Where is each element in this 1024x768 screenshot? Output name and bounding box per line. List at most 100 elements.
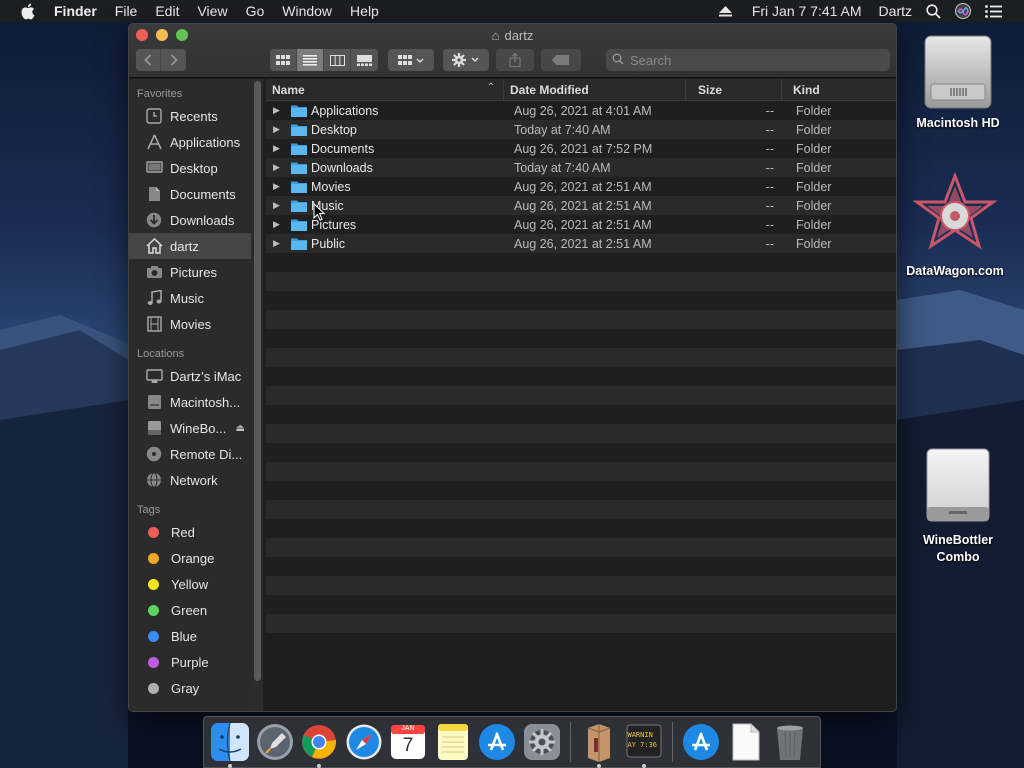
share-button[interactable]	[496, 49, 534, 71]
sidebar-tag-blue[interactable]: Blue	[129, 623, 251, 649]
sidebar-item-pictures[interactable]: Pictures	[129, 259, 251, 285]
sidebar-item-remote-disc[interactable]: Remote Di...	[129, 441, 251, 467]
dock-trash[interactable]	[770, 722, 810, 762]
disclosure-triangle-icon[interactable]: ▶	[273, 124, 287, 135]
column-header-date-modified[interactable]: Date Modified	[504, 79, 686, 101]
eject-icon[interactable]: ⏏	[236, 423, 245, 434]
file-kind: Folder	[796, 160, 832, 175]
sidebar-tag-red[interactable]: Red	[129, 519, 251, 545]
menu-file[interactable]: File	[115, 3, 138, 19]
dock-chrome[interactable]	[299, 722, 339, 768]
sidebar-tag-gray[interactable]: Gray	[129, 675, 251, 701]
sidebar-item-documents[interactable]: Documents	[129, 181, 251, 207]
file-name-cell: ▶ Music	[266, 199, 508, 213]
dock-app-store[interactable]	[477, 722, 517, 762]
menu-help[interactable]: Help	[350, 3, 379, 19]
table-row[interactable]: ▶ Public Aug 26, 2021 at 2:51 AM -- Folder	[266, 234, 896, 253]
sidebar-item-macintosh-hd[interactable]: Macintosh...	[129, 389, 251, 415]
menu-view[interactable]: View	[197, 3, 227, 19]
sidebar-item-dartz[interactable]: dartz	[129, 233, 251, 259]
sidebar-tag-green[interactable]: Green	[129, 597, 251, 623]
column-view-button[interactable]	[324, 49, 351, 71]
desktop-icon-winebottler-combo[interactable]: WineBottler Combo	[905, 445, 1011, 566]
sidebar-item-movies[interactable]: Movies	[129, 311, 251, 337]
disclosure-triangle-icon[interactable]: ▶	[273, 219, 287, 230]
dock-calendar[interactable]: JAN 7	[388, 722, 428, 762]
sidebar-item-applications[interactable]: Applications	[129, 129, 251, 155]
icon-view-button[interactable]	[270, 49, 297, 71]
finder-window: ⌂ dartz Search Favorites Recents Applica…	[128, 23, 897, 712]
disclosure-triangle-icon[interactable]: ▶	[273, 238, 287, 249]
sidebar-item-winebottler[interactable]: WineBo... ⏏	[129, 415, 251, 441]
dock-finder[interactable]	[210, 722, 250, 768]
column-header-date-label: Date Modified	[510, 82, 589, 97]
table-row[interactable]: ▶ Downloads Today at 7:40 AM -- Folder	[266, 158, 896, 177]
search-field[interactable]	[606, 49, 890, 71]
sidebar-item-desktop[interactable]: Desktop	[129, 155, 251, 181]
search-input[interactable]	[630, 52, 870, 68]
dock-notes[interactable]	[433, 722, 473, 762]
disclosure-triangle-icon[interactable]: ▶	[273, 143, 287, 154]
dock-document[interactable]	[726, 722, 766, 762]
disclosure-triangle-icon[interactable]: ▶	[273, 105, 287, 116]
table-row[interactable]: ▶ Movies Aug 26, 2021 at 2:51 AM -- Folder	[266, 177, 896, 196]
folder-icon	[291, 238, 307, 250]
gallery-view-button[interactable]	[351, 49, 378, 71]
sidebar-item-recents[interactable]: Recents	[129, 103, 251, 129]
back-button[interactable]	[136, 49, 161, 71]
dock-launchpad[interactable]	[255, 722, 295, 762]
dock-safari[interactable]	[344, 722, 384, 762]
imac-icon	[145, 368, 163, 384]
menu-edit[interactable]: Edit	[155, 3, 179, 19]
file-name-cell: ▶ Public	[266, 237, 508, 251]
sidebar-item-label: Recents	[170, 108, 218, 124]
clock-icon	[145, 108, 163, 124]
column-header-kind[interactable]: Kind	[782, 79, 896, 101]
sidebar-tag-orange[interactable]: Orange	[129, 545, 251, 571]
disclosure-triangle-icon[interactable]: ▶	[273, 200, 287, 211]
sidebar-item-downloads[interactable]: Downloads	[129, 207, 251, 233]
sidebar-tag-yellow[interactable]: Yellow	[129, 571, 251, 597]
sidebar-item-imac[interactable]: Dartz’s iMac	[129, 363, 251, 389]
sidebar-tag-purple[interactable]: Purple	[129, 649, 251, 675]
spotlight-search-icon[interactable]	[926, 3, 941, 19]
table-row[interactable]: ▶ Applications Aug 26, 2021 at 4:01 AM -- Fo…	[266, 101, 896, 120]
notification-center-icon[interactable]	[985, 4, 1002, 18]
dock-app-store-download[interactable]	[681, 722, 721, 762]
menubar-clock[interactable]: Fri Jan 7 7:41 AM	[752, 3, 862, 19]
forward-button[interactable]	[161, 49, 186, 71]
siri-icon[interactable]	[955, 3, 971, 19]
eject-menu-icon[interactable]	[718, 5, 732, 17]
menu-finder[interactable]: Finder	[54, 3, 97, 19]
console-text-line: AY 7:36	[627, 741, 658, 749]
column-header-name[interactable]: Name ⌃	[266, 79, 504, 101]
disclosure-triangle-icon[interactable]: ▶	[273, 162, 287, 173]
table-row[interactable]: ▶ Documents Aug 26, 2021 at 7:52 PM -- Folde…	[266, 139, 896, 158]
dock-winebottler[interactable]	[579, 722, 619, 768]
column-header-size[interactable]: Size	[686, 79, 782, 101]
sidebar-item-music[interactable]: Music	[129, 285, 251, 311]
sidebar-scrollbar[interactable]	[251, 79, 263, 711]
group-by-button[interactable]	[388, 49, 434, 71]
desktop-icon-datawagon[interactable]: DataWagon.com	[900, 171, 1010, 280]
menubar-user[interactable]: Dartz	[879, 3, 912, 19]
download-icon	[145, 212, 163, 228]
edit-tags-button[interactable]	[541, 49, 581, 71]
apple-menu-icon[interactable]	[20, 3, 36, 20]
dock-system-preferences[interactable]	[522, 722, 562, 762]
file-size: --	[765, 198, 774, 213]
table-row[interactable]: ▶ Pictures Aug 26, 2021 at 2:51 AM -- Folder	[266, 215, 896, 234]
action-gear-button[interactable]	[443, 49, 489, 71]
desktop-icon-macintosh-hd[interactable]: Macintosh HD	[905, 32, 1011, 132]
menu-window[interactable]: Window	[282, 3, 332, 19]
table-row[interactable]: ▶ Music Aug 26, 2021 at 2:51 AM -- Folder	[266, 196, 896, 215]
window-titlebar[interactable]: ⌂ dartz	[129, 24, 896, 78]
sidebar-item-network[interactable]: Network	[129, 467, 251, 493]
empty-row	[266, 272, 896, 291]
table-row[interactable]: ▶ Desktop Today at 7:40 AM -- Folder	[266, 120, 896, 139]
dock-console[interactable]: WARNIN AY 7:36	[624, 722, 664, 768]
disclosure-triangle-icon[interactable]: ▶	[273, 181, 287, 192]
list-view-button[interactable]	[297, 49, 324, 71]
desktop-icon	[145, 160, 163, 176]
menu-go[interactable]: Go	[246, 3, 265, 19]
